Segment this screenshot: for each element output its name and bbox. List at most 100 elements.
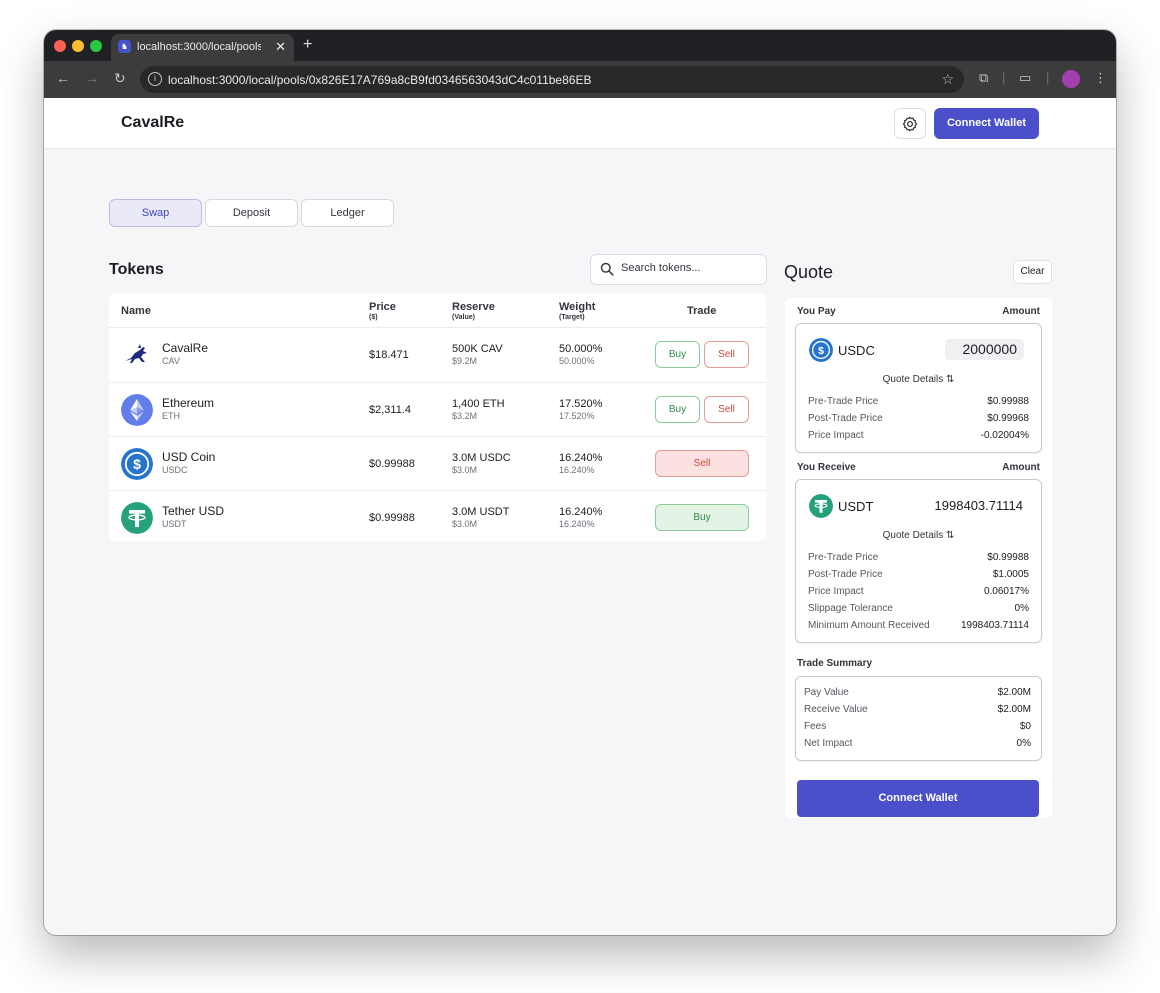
detail-key: Minimum Amount Received <box>808 620 930 631</box>
buy-button[interactable]: Buy <box>655 396 700 423</box>
svg-text:$: $ <box>818 345 824 357</box>
receive-detail-row: Pre-Trade Price $0.99988 <box>808 552 1029 563</box>
bookmark-star-icon[interactable]: ☆ <box>941 71 954 88</box>
column-header-trade: Trade <box>687 305 717 317</box>
tab-ledger[interactable]: Ledger <box>301 199 394 227</box>
clear-button[interactable]: Clear <box>1013 260 1052 284</box>
maximize-window-button[interactable] <box>90 40 102 52</box>
token-weight: 17.520% <box>559 398 603 410</box>
detail-value: $0.99968 <box>987 413 1029 424</box>
column-header-reserve: Reserve (Value) <box>452 301 495 321</box>
token-name: USD Coin <box>162 450 216 464</box>
detail-key: Pre-Trade Price <box>808 552 879 563</box>
summary-value: $2.00M <box>997 687 1031 698</box>
you-pay-label: You Pay <box>797 306 836 317</box>
gear-icon <box>902 116 918 132</box>
summary-key: Net Impact <box>804 738 853 749</box>
sell-button[interactable]: Sell <box>704 396 749 423</box>
svg-text:$: $ <box>133 456 141 472</box>
receive-detail-row: Post-Trade Price $1.0005 <box>808 569 1029 580</box>
pay-detail-row: Post-Trade Price $0.99968 <box>808 413 1029 424</box>
summary-row: Pay Value $2.00M <box>804 687 1031 698</box>
receive-token-name[interactable]: USDT <box>838 499 873 514</box>
sell-button[interactable]: Sell <box>655 450 749 477</box>
trade-summary-box: Pay Value $2.00M Receive Value $2.00M Fees… <box>795 676 1042 761</box>
token-reserve: 500K CAV <box>452 343 503 355</box>
toolbar-divider: | <box>1046 70 1050 85</box>
buy-button[interactable]: Buy <box>655 341 700 368</box>
buy-button[interactable]: Buy <box>655 504 749 531</box>
app-header: CavalRe Connect Wallet <box>44 98 1116 149</box>
more-menu-icon[interactable]: ⋮ <box>1094 70 1107 86</box>
token-reserve: 3.0M USDT <box>452 506 510 518</box>
profile-avatar[interactable] <box>1062 70 1080 88</box>
token-reserve: 1,400 ETH <box>452 398 505 410</box>
forward-arrow-icon[interactable]: → <box>85 70 99 86</box>
detail-key: Price Impact <box>808 586 864 597</box>
token-weight: 16.240% <box>559 506 603 518</box>
minimize-window-button[interactable] <box>72 40 84 52</box>
pay-quote-details-toggle[interactable]: Quote Details ⇅ <box>796 374 1041 385</box>
token-price: $0.99988 <box>369 458 415 470</box>
extensions-icon[interactable]: ⧉ <box>979 70 988 86</box>
column-header-price: Price ($) <box>369 301 396 321</box>
tab-deposit[interactable]: Deposit <box>205 199 298 227</box>
toolbar-divider: | <box>1002 70 1006 85</box>
site-info-icon[interactable]: i <box>148 72 162 86</box>
brand-logo-text[interactable]: CavalRe <box>121 114 184 132</box>
address-bar[interactable]: i localhost:3000/local/pools/0x826E17A76… <box>140 66 964 93</box>
sell-button[interactable]: Sell <box>704 341 749 368</box>
token-reserve-value: $3.0M <box>452 519 478 529</box>
receive-quote-details-toggle[interactable]: Quote Details ⇅ <box>796 530 1041 541</box>
tab-search-icon[interactable]: ▭ <box>1019 70 1031 86</box>
settings-button[interactable] <box>894 108 926 139</box>
search-box[interactable] <box>590 254 767 285</box>
pay-token-name[interactable]: USDC <box>838 343 875 358</box>
back-arrow-icon[interactable]: ← <box>56 70 70 86</box>
summary-key: Fees <box>804 721 827 732</box>
usdc-icon: $ <box>809 338 833 362</box>
close-tab-icon[interactable]: ✕ <box>275 39 286 55</box>
token-reserve-value: $9.2M <box>452 356 478 366</box>
detail-value: $1.0005 <box>992 569 1029 580</box>
table-row: CavalRe CAV $18.471 500K CAV $9.2M 50.00… <box>109 328 766 382</box>
reload-icon[interactable]: ↻ <box>114 70 126 87</box>
detail-value: -0.02004% <box>980 430 1029 441</box>
detail-key: Post-Trade Price <box>808 413 883 424</box>
column-header-reserve-label: Reserve <box>452 301 495 313</box>
token-target-weight: 17.520% <box>559 411 595 421</box>
browser-window: ♞ localhost:3000/local/pools/0x ✕ + ← → … <box>44 30 1116 935</box>
detail-key: Price Impact <box>808 430 864 441</box>
connect-wallet-button[interactable]: Connect Wallet <box>934 108 1039 139</box>
token-name: Tether USD <box>162 504 225 518</box>
new-tab-icon[interactable]: + <box>303 36 312 54</box>
tether-icon <box>121 502 153 534</box>
receive-detail-row: Price Impact 0.06017% <box>808 586 1029 597</box>
close-window-button[interactable] <box>54 40 66 52</box>
column-header-weight-sub: (Target) <box>559 314 585 321</box>
tab-swap[interactable]: Swap <box>109 199 202 227</box>
token-price: $18.471 <box>369 349 409 361</box>
token-target-weight: 16.240% <box>559 465 595 475</box>
summary-key: Pay Value <box>804 687 849 698</box>
search-input[interactable] <box>621 262 761 274</box>
token-symbol: USDT <box>162 519 187 529</box>
column-header-weight-label: Weight <box>559 301 596 313</box>
search-icon <box>600 262 614 276</box>
column-header-weight: Weight (Target) <box>559 301 595 321</box>
summary-value: 0% <box>1016 738 1031 749</box>
ethereum-icon <box>121 394 153 426</box>
pay-amount-input[interactable]: 2000000 <box>945 339 1024 360</box>
browser-tab[interactable]: ♞ localhost:3000/local/pools/0x ✕ <box>111 34 294 61</box>
detail-value: 0.06017% <box>983 586 1029 597</box>
token-name: CavalRe <box>162 341 209 355</box>
favicon-icon: ♞ <box>118 40 131 53</box>
url-text[interactable]: localhost:3000/local/pools/0x826E17A769a… <box>168 73 591 87</box>
pay-detail-row: Price Impact -0.02004% <box>808 430 1029 441</box>
browser-toolbar: ← → ↻ i localhost:3000/local/pools/0x826… <box>44 61 1116 98</box>
detail-key: Post-Trade Price <box>808 569 883 580</box>
summary-key: Receive Value <box>804 704 868 715</box>
token-symbol: USDC <box>162 465 188 475</box>
table-row: Ethereum ETH $2,311.4 1,400 ETH $3.2M 17… <box>109 382 766 436</box>
connect-wallet-submit-button[interactable]: Connect Wallet <box>797 780 1039 817</box>
